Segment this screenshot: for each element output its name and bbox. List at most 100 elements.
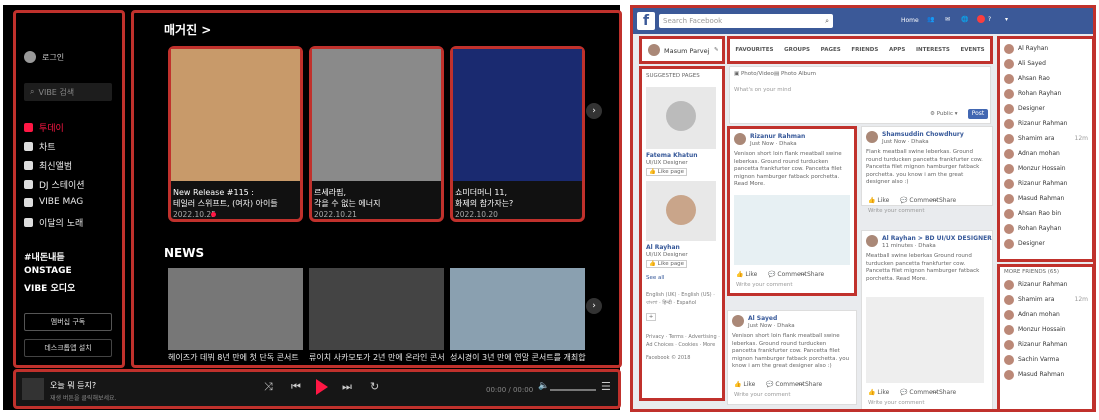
vibe-search-input[interactable]: ⌕ VIBE 검색 [24, 83, 112, 101]
post-like-button[interactable]: 👍 Like [868, 197, 889, 204]
shuffle-icon[interactable]: ⤨ [264, 380, 273, 394]
post-share-button[interactable]: ↪ Share [798, 381, 822, 388]
chat-contact[interactable]: Al Rayhan [1000, 41, 1092, 56]
fb-profile-box[interactable]: Masum Parvej ✎ [639, 36, 725, 64]
audience-select[interactable]: ⚙ Public ▾ [930, 111, 957, 117]
next-icon[interactable]: ⏭ [342, 380, 352, 394]
fb-search-input[interactable]: Search Facebook ⌕ [659, 14, 833, 28]
chat-contact[interactable]: Ahsan Rao [1000, 71, 1092, 86]
nav-item-0[interactable]: 투데이 [24, 121, 64, 134]
chat-contact[interactable]: Monzur Hossain [1000, 161, 1092, 176]
post-like-button[interactable]: 👍 Like [734, 381, 755, 388]
news-image[interactable] [450, 268, 585, 350]
tab-events[interactable]: EVENTS [960, 47, 984, 53]
post-share-button[interactable]: ↪ Share [800, 271, 824, 278]
chat-contact[interactable]: Rohan Rayhan [1000, 86, 1092, 101]
suggested-name-2[interactable]: Al Rayhan [646, 244, 680, 251]
news-headline[interactable]: 헤이즈가 데뷔 8년 만에 첫 단독 콘서트를 개최합니다 [168, 352, 306, 364]
chat-contact[interactable]: Shamim ara 12m [1000, 131, 1092, 146]
volume-icon[interactable]: 🔈 [538, 381, 549, 391]
tab-pages[interactable]: PAGES [821, 47, 841, 53]
magazine-card[interactable]: 르세라핌, 각을 수 없는 에너지 2022.10.21 [309, 46, 444, 222]
volume-slider[interactable] [550, 389, 596, 391]
like-page-button-2[interactable]: 👍 Like page [646, 260, 688, 268]
nav-item-2[interactable]: 최신앨범 [24, 159, 72, 172]
composer-input[interactable]: What's on your mind [734, 87, 791, 93]
chat-contact[interactable]: Rizanur Rahman [1000, 277, 1092, 292]
nav-item-5[interactable]: 이달의 노래 [24, 216, 83, 229]
post-share-button[interactable]: ↪ Share [932, 389, 956, 396]
chat-contact[interactable]: Rizanur Rahman [1000, 116, 1092, 131]
subscribe-button[interactable]: 멤버십 구독 [24, 313, 112, 331]
tab-favourites[interactable]: FAVOURITES [735, 47, 773, 53]
news-image[interactable] [168, 268, 303, 350]
comment-input[interactable]: Write your comment [868, 208, 925, 214]
section-vibe-audio[interactable]: VIBE 오디오 [24, 281, 75, 294]
magazine-card[interactable]: New Release #115 : 테일러 스위프트, (여자) 아이들 2022… [168, 46, 303, 222]
chat-contact[interactable]: Designer [1000, 101, 1092, 116]
suggested-name-1[interactable]: Fatema Khatun [646, 152, 698, 159]
nav-item-3[interactable]: DJ 스테이션 [24, 178, 85, 191]
chat-contact[interactable]: Masud Rahman [1000, 367, 1092, 382]
facebook-logo-icon[interactable]: f [637, 12, 655, 30]
desktop-app-button[interactable]: 데스크톱앱 설치 [24, 339, 112, 357]
chat-contact[interactable]: Adnan mohan [1000, 146, 1092, 161]
comment-input[interactable]: Write your comment [736, 282, 793, 288]
post-share-button[interactable]: ↪ Share [932, 197, 956, 204]
next-arrow-icon[interactable]: › [586, 103, 602, 119]
repeat-icon[interactable]: ↻ [370, 380, 379, 393]
news-headline[interactable]: 성시경이 3년 만에 연말 콘서트를 개최합니다 [450, 352, 588, 364]
chat-contact[interactable]: Rizanur Rahman [1000, 337, 1092, 352]
post-image[interactable] [734, 195, 850, 265]
messages-icon[interactable]: ✉ [945, 16, 950, 23]
nav-item-1[interactable]: 차트 [24, 140, 56, 153]
photo-video-tab[interactable]: ▣ Photo/Video [734, 71, 774, 77]
post-author[interactable]: Al Sayed [748, 315, 777, 322]
comment-input[interactable]: Write your comment [868, 400, 925, 406]
chat-contact[interactable]: Rizanur Rahman [1000, 176, 1092, 191]
chat-contact[interactable]: Adnan mohan [1000, 307, 1092, 322]
like-page-button-1[interactable]: 👍 Like page [646, 168, 688, 176]
tab-apps[interactable]: APPS [889, 47, 905, 53]
help-icon[interactable]: ? [988, 16, 991, 23]
language-list[interactable]: English (UK) · English (US) · বাংলা · हि… [646, 291, 720, 307]
home-link[interactable]: Home [901, 17, 919, 24]
notifications-icon[interactable]: 🌐 [961, 16, 968, 23]
footer-links[interactable]: Privacy · Terms · Advertising · Ad Choic… [646, 333, 720, 349]
magazine-title[interactable]: 매거진 > [164, 21, 211, 38]
chat-contact[interactable]: Ali Sayed [1000, 56, 1092, 71]
news-headline[interactable]: 류이치 사카모토가 2년 만에 온라인 콘서트를 개최합니다 [309, 352, 447, 364]
chat-contact[interactable]: Designer [1000, 236, 1092, 251]
edit-icon[interactable]: ✎ [714, 47, 719, 53]
see-all-link[interactable]: See all [646, 275, 664, 281]
news-image[interactable] [309, 268, 444, 350]
account-menu-icon[interactable]: ▾ [1005, 16, 1008, 23]
tab-friends[interactable]: FRIENDS [851, 47, 878, 53]
chat-contact[interactable]: Shamim ara 12m [1000, 292, 1092, 307]
friends-icon[interactable]: 👥 [927, 16, 934, 23]
add-language-button[interactable]: + [646, 313, 656, 321]
tab-interests[interactable]: INTERESTS [916, 47, 950, 53]
comment-input[interactable]: Write your comment [734, 392, 791, 398]
chat-contact[interactable]: Sachin Varma [1000, 352, 1092, 367]
photo-album-tab[interactable]: ▤ Photo Album [774, 71, 816, 77]
prev-icon[interactable]: ⏮ [291, 380, 301, 394]
post-image[interactable] [866, 297, 984, 383]
post-author[interactable]: Al Rayhan > BD UI/UX DESIGNER [882, 235, 992, 242]
section-onstage[interactable]: ONSTAGE [24, 266, 72, 276]
post-author[interactable]: Shamsuddin Chowdhury [882, 131, 964, 138]
chat-contact[interactable]: Masud Rahman [1000, 191, 1092, 206]
tab-groups[interactable]: GROUPS [784, 47, 810, 53]
post-button[interactable]: Post [968, 109, 988, 119]
login-link[interactable]: 로그인 [24, 51, 64, 63]
chat-contact[interactable]: Ahsan Rao bin [1000, 206, 1092, 221]
section-my-money[interactable]: #내돈내듣 [24, 250, 65, 263]
magazine-card[interactable]: 쇼미더머니 11, 화제의 참가자는? 2022.10.20 [450, 46, 585, 222]
news-next-arrow-icon[interactable]: › [586, 298, 602, 314]
playlist-icon[interactable]: ☰ [601, 380, 611, 393]
chat-contact[interactable]: Rohan Rayhan [1000, 221, 1092, 236]
post-like-button[interactable]: 👍 Like [736, 271, 757, 278]
chat-contact[interactable]: Monzur Hossain [1000, 322, 1092, 337]
post-like-button[interactable]: 👍 Like [868, 389, 889, 396]
post-author[interactable]: Rizanur Rahman [750, 133, 805, 140]
